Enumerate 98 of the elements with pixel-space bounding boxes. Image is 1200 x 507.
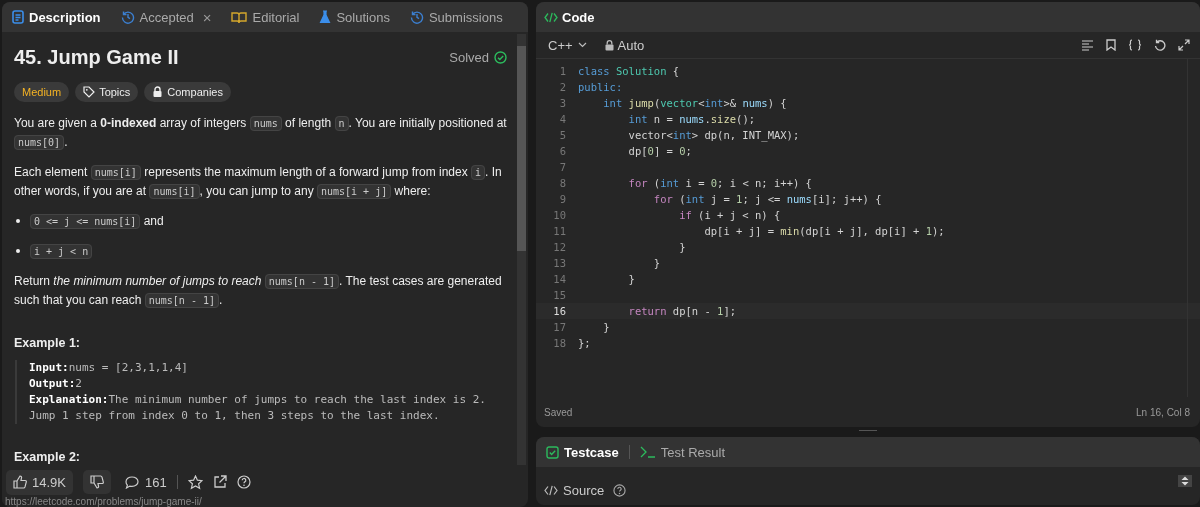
companies-tag[interactable]: Companies xyxy=(144,82,231,102)
code-line: class Solution { xyxy=(578,65,680,77)
problem-title: 45. Jump Game II xyxy=(14,45,180,69)
scrollbar[interactable] xyxy=(517,34,526,465)
source-button[interactable]: Source xyxy=(563,482,609,498)
bullet-dot xyxy=(16,249,20,253)
line-number: 14 xyxy=(552,273,567,285)
star-icon[interactable] xyxy=(187,474,203,490)
line-number: 7 xyxy=(558,161,567,173)
thumbs-down-icon xyxy=(90,475,104,489)
format-icon[interactable] xyxy=(1082,39,1094,51)
share-icon[interactable] xyxy=(212,475,227,489)
panel-tab[interactable]: Testcase xyxy=(544,442,621,462)
spinner-icon[interactable] xyxy=(1178,475,1192,487)
link-preview: https://leetcode.com/problems/jump-game-ii/ xyxy=(2,496,205,507)
solved-status: Solved xyxy=(449,49,489,65)
line-number: 1 xyxy=(558,65,567,77)
lock-icon xyxy=(152,86,164,98)
check-circle-icon xyxy=(494,50,507,64)
code-line: } xyxy=(652,257,661,269)
code-line: dp[0] = 0; xyxy=(627,145,692,157)
panel-tab[interactable]: Solutions xyxy=(317,7,392,27)
panel-tab[interactable]: Test Result xyxy=(637,442,727,462)
close-icon[interactable]: × xyxy=(202,8,212,26)
speech-bubble-icon xyxy=(125,475,139,489)
example-line: Output:2 xyxy=(29,376,83,392)
bullet-dot xyxy=(16,219,20,223)
code-line: } xyxy=(627,273,635,285)
like-button[interactable]: 14.9K xyxy=(6,469,73,495)
flask-icon xyxy=(319,10,332,24)
constraint-item: 0 <= j <= nums[i] and xyxy=(30,212,164,231)
panel-tab[interactable]: Editorial xyxy=(229,7,302,27)
code-line: dp[i + j] = min(dp[i + j], dp[i] + 1); xyxy=(703,225,945,237)
panel-title: Code xyxy=(544,9,595,25)
line-number: 4 xyxy=(558,113,567,125)
code-line: }; xyxy=(578,337,591,349)
line-number: 13 xyxy=(552,257,567,269)
line-number: 12 xyxy=(552,241,567,253)
bookmark-icon[interactable] xyxy=(1106,39,1116,51)
line-number: 15 xyxy=(552,289,567,301)
dislike-button[interactable] xyxy=(83,470,111,494)
code-icon xyxy=(544,484,558,496)
line-number: 9 xyxy=(558,193,567,205)
code-line: return dp[n - 1]; xyxy=(627,305,737,317)
code-line: } xyxy=(678,241,686,253)
example-line: Input:nums = [2,3,1,1,4] xyxy=(29,360,189,376)
lock-icon xyxy=(604,39,614,51)
expand-icon[interactable] xyxy=(1178,39,1190,51)
help-icon[interactable] xyxy=(613,483,627,497)
constraint-item: i + j < n xyxy=(30,242,93,261)
thumbs-up-icon xyxy=(13,475,27,489)
code-line: public: xyxy=(578,81,623,93)
terminal-icon xyxy=(639,446,656,458)
tag-icon xyxy=(83,86,96,98)
code-line: for (int i = 0; i < n; i++) { xyxy=(627,177,812,189)
difficulty-badge: Medium xyxy=(14,82,70,102)
line-number: 3 xyxy=(558,97,567,109)
panel-tab[interactable]: Submissions xyxy=(407,7,505,27)
code-line: vector<int> dp(n, INT_MAX); xyxy=(627,129,800,141)
panel-tab[interactable]: Description xyxy=(10,7,103,27)
code-line: int n = nums.size(); xyxy=(627,113,756,125)
save-status: Saved xyxy=(544,406,573,418)
description-paragraph: You are given a 0-indexed array of integers nums of length n . You are initially positioned at nums[0] . xyxy=(14,115,507,152)
code-line: for (int j = 1; j <= nums[i]; j++) { xyxy=(652,193,882,205)
line-number: 6 xyxy=(558,145,567,157)
checkbox-icon xyxy=(546,445,559,459)
line-number: 8 xyxy=(558,177,567,189)
line-number: 11 xyxy=(552,225,567,237)
history-icon xyxy=(409,10,424,24)
code-icon xyxy=(544,11,558,23)
line-number: 10 xyxy=(552,209,567,221)
example-line: Jump 1 step from index 0 to 1, then 3 steps to the last index. xyxy=(29,408,441,424)
line-number: 2 xyxy=(558,81,567,93)
undo-icon[interactable] xyxy=(1154,39,1166,51)
topics-tag[interactable]: Topics xyxy=(75,82,139,102)
help-icon[interactable] xyxy=(236,475,251,489)
example-heading: Example 2: xyxy=(14,450,81,464)
line-number: 17 xyxy=(552,321,567,333)
code-line: if (i + j < n) { xyxy=(678,209,781,221)
example-line: Explanation:The minimum number of jumps to reach the last index is 2. xyxy=(29,392,487,408)
example-heading: Example 1: xyxy=(14,336,81,350)
panel-tab[interactable]: Accepted × xyxy=(118,6,214,28)
braces-icon[interactable] xyxy=(1128,39,1142,51)
book-icon xyxy=(231,10,248,24)
code-line: int jump(vector<int>& nums) { xyxy=(602,97,787,109)
cursor-position: Ln 16, Col 8 xyxy=(1136,406,1190,418)
document-icon xyxy=(12,10,24,24)
comments-button[interactable]: 161 xyxy=(125,474,167,490)
line-number: 18 xyxy=(552,337,567,349)
description-paragraph: Each element nums[i] represents the maximum length of a forward jump from index i . In other words, if you are at nums[i] , you can jump to any nums[i + j] where: xyxy=(14,164,503,201)
line-number: 5 xyxy=(558,129,567,141)
description-paragraph: Return the minimum number of jumps to reach nums[n - 1] . The test cases are generated such that you can reach nums[n - 1] . xyxy=(14,273,503,310)
language-dropdown[interactable]: C++ xyxy=(542,36,593,54)
caret-icon xyxy=(577,42,587,48)
code-line: } xyxy=(602,321,610,333)
history-icon xyxy=(120,10,135,24)
mode-label: Auto xyxy=(617,37,645,53)
line-number: 16 xyxy=(552,305,567,317)
